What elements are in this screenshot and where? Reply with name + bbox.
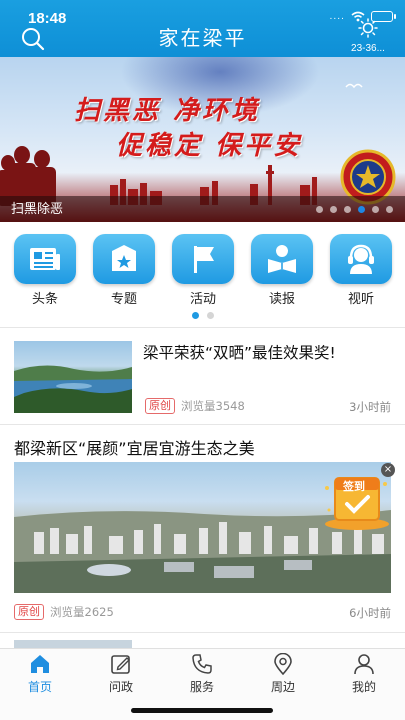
category-label: 读报 [268,292,295,307]
category-label: 活动 [189,292,216,307]
banner-caption: 扫黑除恶 [11,202,64,217]
category-media[interactable]: 视听 [329,234,393,307]
newspaper-icon [14,234,76,284]
sun-icon [358,18,378,38]
news-title: 梁平荣获“双晒”最佳效果奖! [143,344,336,362]
category-headlines[interactable]: 头条 [13,234,77,307]
banner-slogan-line1: 扫黑恶 净环境 [74,96,261,126]
category-events[interactable]: 活动 [171,234,235,307]
banner-carousel[interactable]: 扫黑恶 净环境 促稳定 保平安 扫黑除恶 [0,57,405,222]
flag-icon [172,234,234,284]
news-time: 3小时前 [349,400,391,414]
tab-home[interactable]: 首页 [10,653,70,695]
category-label: 头条 [31,292,58,307]
category-label: 专题 [110,292,137,307]
banner-dot[interactable] [344,206,351,213]
news-meta: 原创 浏览量2625 [14,604,114,620]
news-meta: 原创 浏览量3548 [145,398,245,414]
user-icon [354,654,374,675]
category-topics[interactable]: 专题 [92,234,156,307]
banner-dot[interactable] [358,206,365,213]
app-header: 18:48 .... 家在梁平 23-36... [0,0,405,57]
tab-mine[interactable]: 我的 [334,653,394,695]
tab-label: 首页 [27,680,52,694]
category-label: 视听 [347,292,374,307]
banner-dot[interactable] [316,206,323,213]
view-count: 浏览量2625 [50,605,114,619]
divider [0,327,405,328]
tab-label: 我的 [351,680,376,694]
banner-dot[interactable] [386,206,393,213]
star-badge-icon [93,234,155,284]
tab-label: 服务 [189,680,214,694]
checkin-button[interactable]: 签到 [321,470,391,532]
banner-dot[interactable] [330,206,337,213]
banner-dot[interactable] [372,206,379,213]
edit-icon [111,655,130,674]
original-tag: 原创 [14,604,44,620]
reader-icon [251,234,313,284]
headset-icon [330,234,392,284]
news-title: 都梁新区“展颜”宜居宜游生态之美 [14,439,255,458]
page-dot[interactable] [191,312,199,319]
banner-slogan-line2: 促稳定 保平安 [116,131,303,161]
category-reading[interactable]: 读报 [250,234,314,307]
tab-service[interactable]: 服务 [172,653,232,695]
page-dot[interactable] [206,312,214,319]
category-pagination[interactable] [0,312,405,319]
tab-nearby[interactable]: 周边 [253,653,313,695]
weather-temp: 23-36... [351,43,385,54]
news-item-peek [14,640,391,648]
view-count: 浏览量3548 [181,399,245,413]
news-item[interactable]: 梁平荣获“双晒”最佳效果奖! 原创 浏览量3548 3小时前 [0,330,405,425]
tab-label: 周边 [270,680,295,694]
category-grid: 头条 专题 活动 读报 视听 [0,228,405,324]
home-icon [31,655,49,673]
tab-label: 问政 [108,680,133,694]
phone-icon [192,654,212,674]
news-thumbnail [14,341,132,413]
location-pin-icon [274,653,292,675]
home-indicator[interactable] [131,708,273,713]
divider [0,632,405,633]
tab-inquiry[interactable]: 问政 [91,653,151,695]
checkin-label: 签到 [343,480,365,493]
weather-widget[interactable]: 23-36... [341,18,395,54]
banner-pagination[interactable] [316,206,393,213]
original-tag: 原创 [145,398,175,414]
divider [0,424,405,425]
news-time: 6小时前 [349,606,391,620]
